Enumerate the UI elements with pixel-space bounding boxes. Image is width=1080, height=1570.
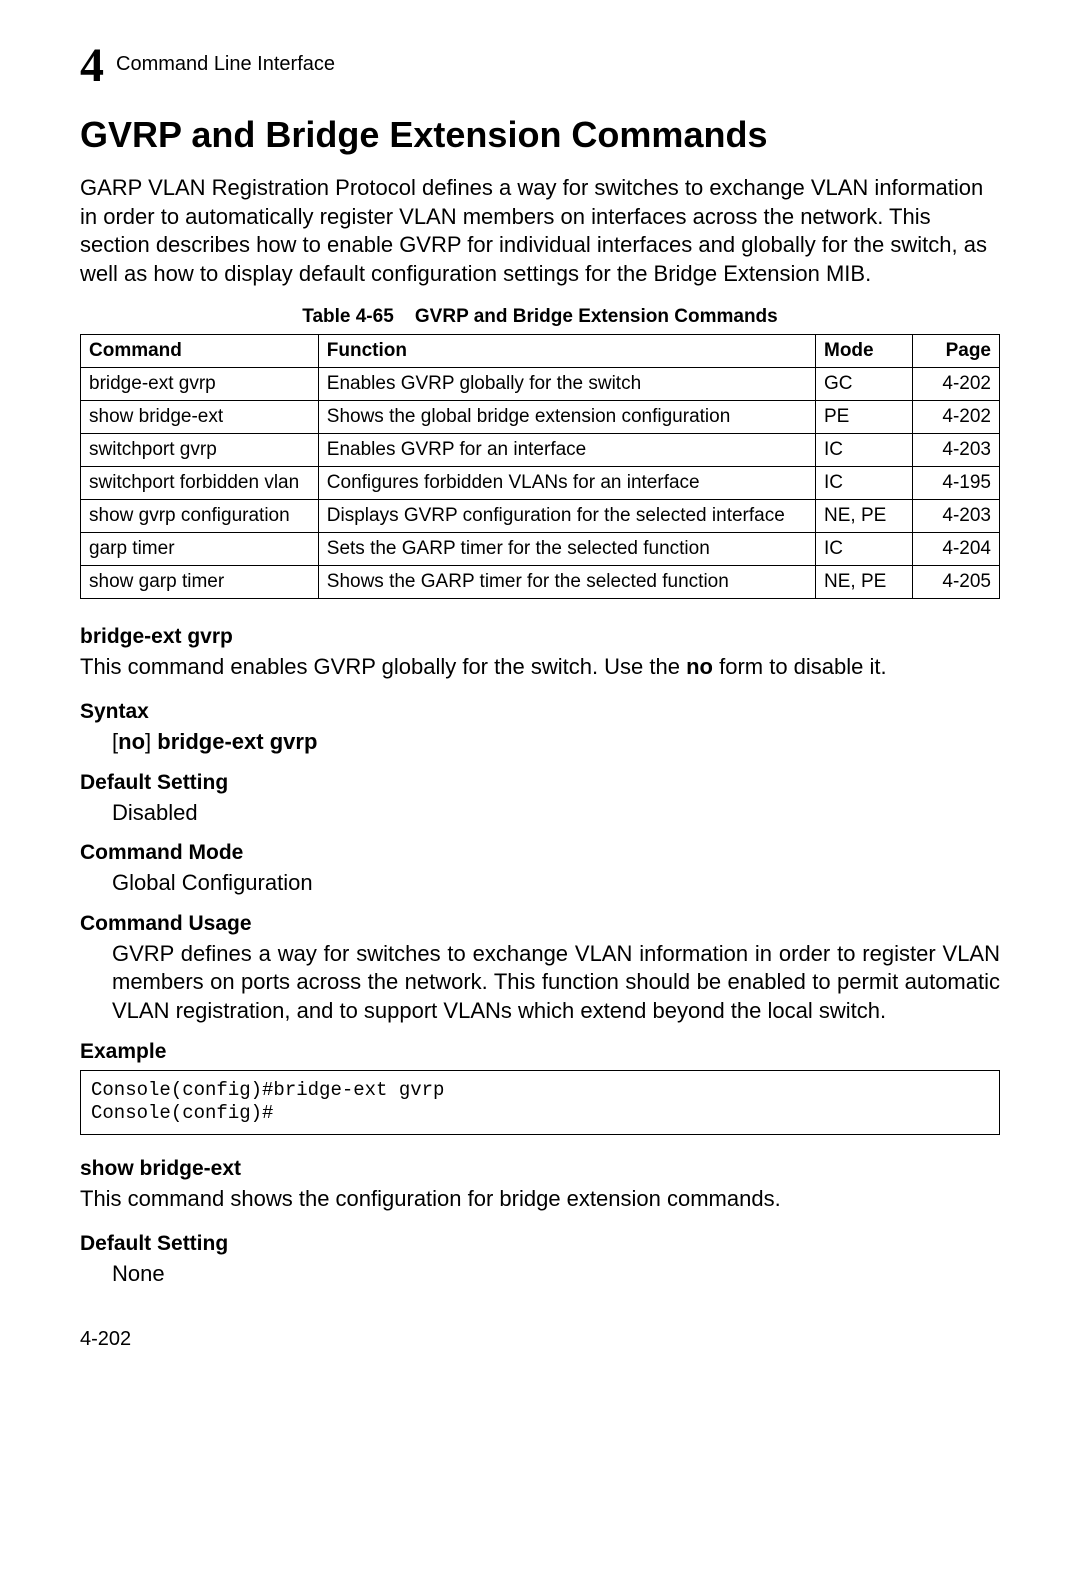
cell-mode: GC: [816, 368, 913, 401]
commands-table: Command Function Mode Page bridge-ext gv…: [80, 334, 1000, 599]
command-description: This command enables GVRP globally for t…: [80, 653, 1000, 682]
cell-command: switchport gvrp: [81, 434, 319, 467]
table-row: garp timer Sets the GARP timer for the s…: [81, 533, 1000, 566]
header-label: Command Line Interface: [116, 53, 335, 76]
cell-page: 4-203: [913, 434, 1000, 467]
command-name-heading: bridge-ext gvrp: [80, 625, 1000, 649]
cell-function: Displays GVRP configuration for the sele…: [318, 500, 815, 533]
th-mode: Mode: [816, 335, 913, 368]
cell-function: Shows the GARP timer for the selected fu…: [318, 566, 815, 599]
th-command: Command: [81, 335, 319, 368]
table-row: show bridge-ext Shows the global bridge …: [81, 401, 1000, 434]
cell-command: show bridge-ext: [81, 401, 319, 434]
example-heading: Example: [80, 1040, 1000, 1064]
chapter-number-icon: 4: [80, 42, 104, 90]
syntax-cmd: bridge-ext gvrp: [157, 729, 317, 754]
table-row: show gvrp configuration Displays GVRP co…: [81, 500, 1000, 533]
command-usage-heading: Command Usage: [80, 912, 1000, 936]
default-setting-value-2: None: [112, 1260, 1000, 1289]
cell-function: Configures forbidden VLANs for an interf…: [318, 467, 815, 500]
cell-function: Enables GVRP globally for the switch: [318, 368, 815, 401]
cell-command: bridge-ext gvrp: [81, 368, 319, 401]
cell-mode: IC: [816, 434, 913, 467]
command-description-2: This command shows the configuration for…: [80, 1185, 1000, 1214]
cell-page: 4-203: [913, 500, 1000, 533]
desc-prefix: This command enables GVRP globally for t…: [80, 654, 686, 679]
table-caption-text: GVRP and Bridge Extension Commands: [415, 306, 778, 327]
cell-page: 4-204: [913, 533, 1000, 566]
intro-paragraph: GARP VLAN Registration Protocol defines …: [80, 174, 1000, 288]
table-row: show garp timer Shows the GARP timer for…: [81, 566, 1000, 599]
cell-command: switchport forbidden vlan: [81, 467, 319, 500]
cell-mode: IC: [816, 467, 913, 500]
bracket-close: ]: [145, 729, 157, 754]
page: 4 Command Line Interface GVRP and Bridge…: [0, 0, 1080, 1381]
command-mode-value: Global Configuration: [112, 869, 1000, 898]
page-title: GVRP and Bridge Extension Commands: [80, 114, 1000, 156]
th-page: Page: [913, 335, 1000, 368]
command-mode-heading: Command Mode: [80, 841, 1000, 865]
command-usage-text: GVRP defines a way for switches to excha…: [112, 940, 1000, 1026]
cell-command: garp timer: [81, 533, 319, 566]
cell-mode: NE, PE: [816, 500, 913, 533]
page-header: 4 Command Line Interface: [80, 40, 1000, 88]
syntax-no: no: [118, 729, 145, 754]
cell-mode: PE: [816, 401, 913, 434]
desc-suffix: form to disable it.: [713, 654, 887, 679]
default-setting-heading: Default Setting: [80, 771, 1000, 795]
example-code: Console(config)#bridge-ext gvrp Console(…: [80, 1070, 1000, 1136]
table-header-row: Command Function Mode Page: [81, 335, 1000, 368]
table-row: switchport gvrp Enables GVRP for an inte…: [81, 434, 1000, 467]
th-function: Function: [318, 335, 815, 368]
cell-function: Shows the global bridge extension config…: [318, 401, 815, 434]
cell-function: Sets the GARP timer for the selected fun…: [318, 533, 815, 566]
table-row: bridge-ext gvrp Enables GVRP globally fo…: [81, 368, 1000, 401]
cell-command: show gvrp configuration: [81, 500, 319, 533]
cell-mode: NE, PE: [816, 566, 913, 599]
syntax-line: [no] bridge-ext gvrp: [112, 728, 1000, 757]
default-setting-value: Disabled: [112, 799, 1000, 828]
command-name-heading-2: show bridge-ext: [80, 1157, 1000, 1181]
cell-page: 4-205: [913, 566, 1000, 599]
cell-mode: IC: [816, 533, 913, 566]
cell-page: 4-195: [913, 467, 1000, 500]
table-row: switchport forbidden vlan Configures for…: [81, 467, 1000, 500]
cell-page: 4-202: [913, 368, 1000, 401]
page-number: 4-202: [80, 1328, 1000, 1351]
syntax-heading: Syntax: [80, 700, 1000, 724]
cell-command: show garp timer: [81, 566, 319, 599]
cell-page: 4-202: [913, 401, 1000, 434]
desc-bold: no: [686, 654, 713, 679]
cell-function: Enables GVRP for an interface: [318, 434, 815, 467]
default-setting-heading-2: Default Setting: [80, 1232, 1000, 1256]
table-caption: Table 4-65 GVRP and Bridge Extension Com…: [80, 306, 1000, 328]
table-caption-prefix: Table 4-65: [302, 306, 394, 327]
